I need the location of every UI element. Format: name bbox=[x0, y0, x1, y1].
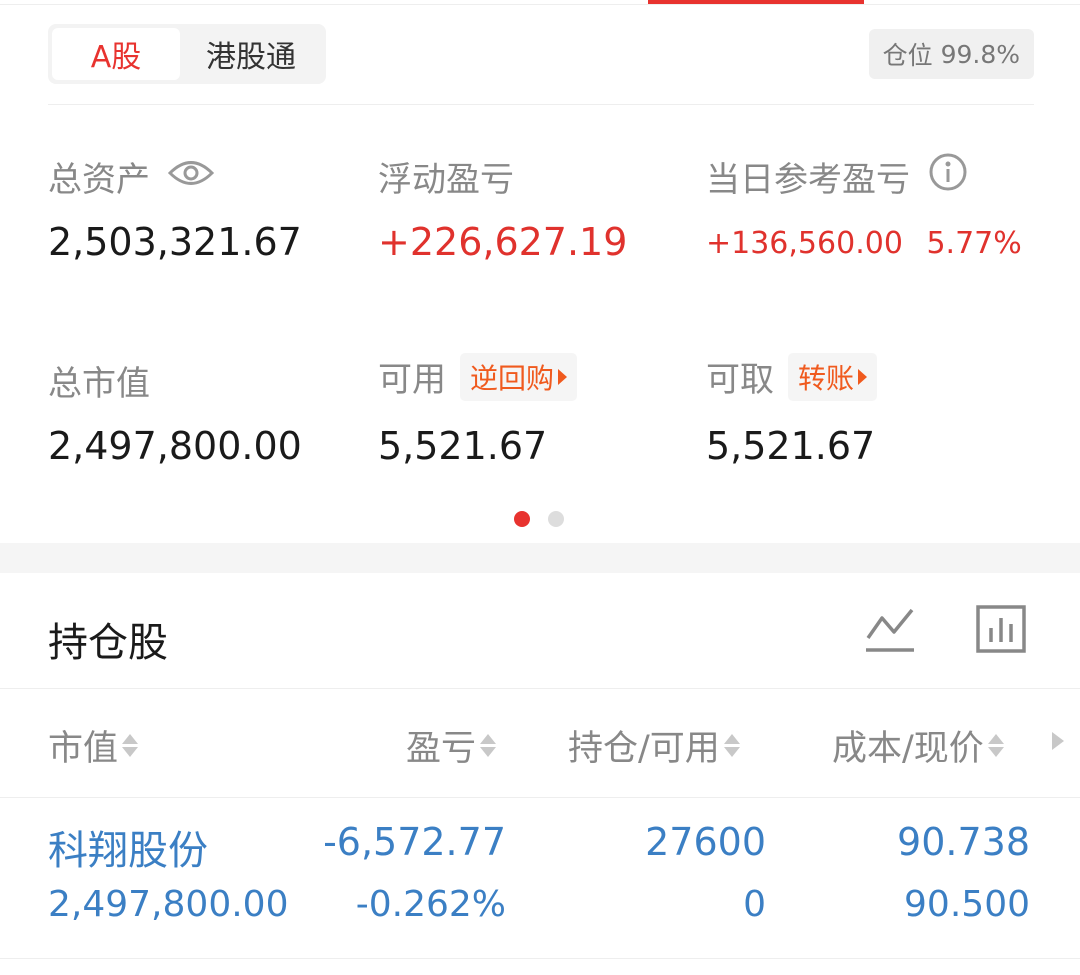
market-value-label: 总市值 bbox=[48, 356, 150, 405]
scroll-right-icon[interactable] bbox=[1052, 732, 1064, 750]
daily-pl-value: +136,560.00 5.77% bbox=[706, 226, 1022, 261]
col-header-label: 盈亏 bbox=[406, 729, 477, 769]
section-separator bbox=[0, 543, 1080, 573]
daily-pl-label: 当日参考盈亏 bbox=[706, 152, 968, 201]
page-dot-1[interactable] bbox=[514, 511, 530, 527]
stock-pl-percent: -0.262% bbox=[355, 884, 506, 925]
daily-pl-percent: 5.77% bbox=[926, 226, 1022, 261]
col-header-label: 持仓/可用 bbox=[568, 729, 720, 769]
transfer-label: 转账 bbox=[798, 361, 855, 395]
market-segmented-control: A股 港股通 bbox=[48, 24, 326, 84]
stock-market-value: 2,497,800.00 bbox=[48, 884, 289, 925]
caret-right-icon bbox=[558, 368, 568, 385]
holdings-title: 持仓股 bbox=[48, 620, 168, 666]
tab-a-share[interactable]: A股 bbox=[52, 28, 180, 80]
bar-chart-icon[interactable] bbox=[975, 604, 1027, 658]
daily-pl-amount: +136,560.00 bbox=[706, 226, 903, 261]
sort-icon bbox=[480, 734, 497, 757]
position-ratio-badge: 仓位 99.8% bbox=[868, 29, 1034, 79]
stock-name: 科翔股份 bbox=[48, 828, 208, 874]
withdrawable-label: 可取 转账 bbox=[706, 352, 878, 401]
divider bbox=[48, 104, 1034, 105]
reverse-repo-label: 逆回购 bbox=[470, 361, 555, 395]
info-icon[interactable] bbox=[928, 152, 968, 201]
col-header-market-value[interactable]: 市值 bbox=[48, 720, 139, 771]
available-label-text: 可用 bbox=[378, 360, 446, 400]
tab-hk-connect[interactable]: 港股通 bbox=[180, 28, 322, 80]
stock-pl: -6,572.77 bbox=[323, 820, 506, 864]
position-label: 仓位 bbox=[882, 41, 933, 70]
page-dot-2[interactable] bbox=[548, 511, 564, 527]
stock-price: 90.500 bbox=[904, 884, 1030, 925]
eye-icon[interactable] bbox=[167, 157, 215, 197]
col-header-pl[interactable]: 盈亏 bbox=[406, 720, 497, 771]
divider bbox=[0, 688, 1080, 689]
stock-available: 0 bbox=[743, 884, 766, 925]
stock-position: 27600 bbox=[645, 820, 766, 864]
divider bbox=[0, 958, 1080, 959]
market-value-value: 2,497,800.00 bbox=[48, 424, 302, 468]
total-assets-value: 2,503,321.67 bbox=[48, 220, 302, 264]
sort-icon bbox=[122, 734, 139, 757]
top-divider bbox=[0, 4, 1080, 5]
floating-pl-label-text: 浮动盈亏 bbox=[378, 160, 514, 200]
available-value: 5,521.67 bbox=[378, 424, 548, 468]
sort-icon bbox=[987, 734, 1004, 757]
sort-icon bbox=[723, 734, 740, 757]
withdrawable-value: 5,521.67 bbox=[706, 424, 876, 468]
daily-pl-label-text: 当日参考盈亏 bbox=[706, 160, 910, 200]
position-value: 99.8% bbox=[940, 39, 1020, 69]
withdrawable-label-text: 可取 bbox=[706, 360, 774, 400]
floating-pl-value: +226,627.19 bbox=[378, 220, 628, 264]
col-header-label: 市值 bbox=[48, 729, 119, 769]
reverse-repo-button[interactable]: 逆回购 bbox=[460, 352, 578, 401]
col-header-position[interactable]: 持仓/可用 bbox=[568, 720, 740, 771]
caret-right-icon bbox=[858, 368, 868, 385]
total-assets-label: 总资产 bbox=[48, 152, 215, 201]
col-header-cost-price[interactable]: 成本/现价 bbox=[832, 720, 1004, 771]
market-value-label-text: 总市值 bbox=[48, 364, 150, 404]
col-header-label: 成本/现价 bbox=[832, 729, 984, 769]
available-label: 可用 逆回购 bbox=[378, 352, 578, 401]
trend-chart-icon[interactable] bbox=[864, 604, 916, 658]
stock-cost: 90.738 bbox=[897, 820, 1030, 864]
page-indicator bbox=[514, 511, 564, 527]
floating-pl-label: 浮动盈亏 bbox=[378, 152, 514, 201]
total-assets-label-text: 总资产 bbox=[48, 160, 150, 200]
transfer-button[interactable]: 转账 bbox=[788, 352, 878, 401]
divider bbox=[0, 797, 1080, 798]
